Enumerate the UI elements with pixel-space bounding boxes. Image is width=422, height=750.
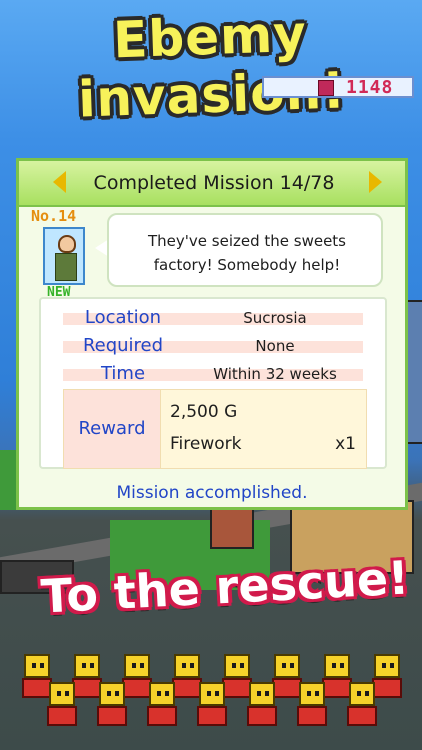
arrow-left-icon[interactable] xyxy=(53,171,66,193)
hero-sprite xyxy=(345,682,379,726)
reward-label-cell: Reward xyxy=(64,390,161,468)
gem-counter: 1148 xyxy=(262,76,414,98)
reward-gold: 2,500 G xyxy=(170,402,238,422)
reward-label: Reward xyxy=(78,418,146,439)
arrow-right-icon[interactable] xyxy=(369,171,382,193)
bottom-banner: To the rescue! xyxy=(40,550,411,640)
detail-row-time: Time Within 32 weeks xyxy=(63,363,363,385)
building xyxy=(210,505,254,549)
mission-panel: Completed Mission 14/78 No.14 NEW They'v… xyxy=(16,158,408,510)
hero-sprite xyxy=(245,682,279,726)
time-value: Within 32 weeks xyxy=(213,365,337,383)
detail-row-required: Required None xyxy=(63,335,363,357)
required-value: None xyxy=(255,337,295,355)
reward-box: Reward 2,500 G Firework x1 xyxy=(63,389,367,469)
mission-header-title: Completed Mission 14/78 xyxy=(93,172,335,194)
location-value: Sucrosia xyxy=(243,309,307,327)
hero-sprite xyxy=(295,682,329,726)
gem-count: 1148 xyxy=(346,77,394,98)
mission-status: Mission accomplished. xyxy=(116,483,308,503)
portrait-body xyxy=(55,253,77,281)
client-portrait xyxy=(43,227,85,285)
required-label: Required xyxy=(82,335,164,356)
hero-crowd xyxy=(0,648,422,750)
hero-sprite xyxy=(195,682,229,726)
mission-number: No.14 xyxy=(31,207,77,225)
speech-bubble: They've seized the sweets factory! Someb… xyxy=(107,213,383,287)
mission-header: Completed Mission 14/78 xyxy=(19,161,405,207)
time-label: Time xyxy=(100,363,146,384)
reward-item: Firework xyxy=(170,434,242,454)
hero-sprite xyxy=(145,682,179,726)
invasion-title: Ebemy invasion! xyxy=(77,4,347,129)
reward-quantity: x1 xyxy=(335,434,356,454)
speech-text: They've seized the sweets factory! Someb… xyxy=(148,232,346,274)
portrait-head xyxy=(58,235,76,253)
hero-sprite xyxy=(95,682,129,726)
rescue-title: To the rescue! xyxy=(39,550,411,624)
hero-sprite xyxy=(45,682,79,726)
gem-icon xyxy=(318,80,334,96)
detail-row-location: Location Sucrosia xyxy=(63,307,363,329)
location-label: Location xyxy=(84,307,162,328)
mission-details: Location Sucrosia Required None Time Wit… xyxy=(39,297,387,469)
